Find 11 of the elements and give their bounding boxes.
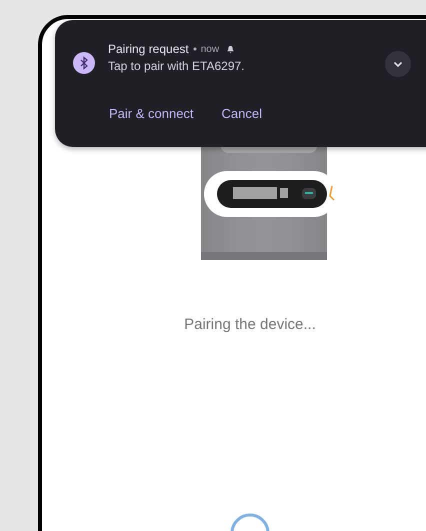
notification-time: now [200,44,220,54]
notification-action[interactable]: Pair & connect [109,106,194,121]
bell-icon [226,44,236,54]
expand-button[interactable] [384,51,411,77]
bluetooth-icon [73,52,95,74]
notification-action[interactable]: Cancel [222,106,262,121]
notification-title: Pairing request [108,42,189,56]
status-text: Pairing the device... [184,316,316,333]
notification-card[interactable]: Pairing request now Tap to pair with ETA6297. Pair & connect Cancel [55,20,426,147]
separator-dot-icon [192,47,197,51]
notification-message: Tap to pair with ETA6297. [108,59,245,73]
